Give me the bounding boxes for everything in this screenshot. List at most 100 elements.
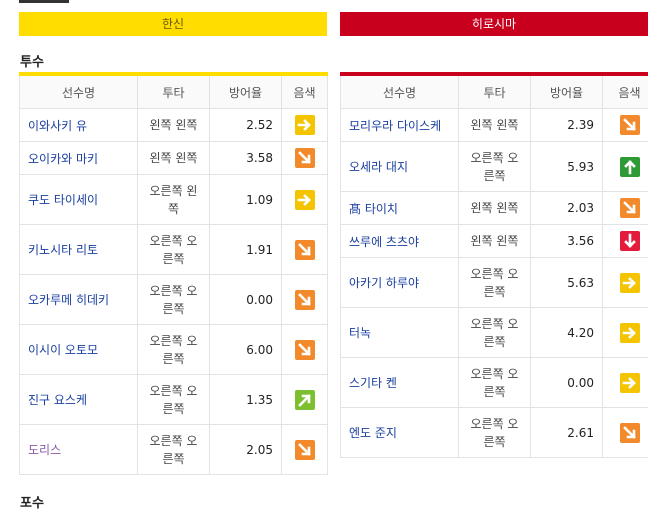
table-row: 이시이 오토모 오른쪽 오른쪽 6.00 (20, 325, 328, 375)
player-hand: 왼쪽 왼쪽 (459, 225, 531, 258)
player-era: 4.20 (531, 308, 603, 358)
arrow-up-right-icon (295, 390, 315, 410)
player-hand: 왼쪽 왼쪽 (138, 109, 210, 142)
player-era: 2.39 (531, 109, 603, 142)
away-pitcher-table: 선수명 투타 방어율 음색 이와사키 유 왼쪽 왼쪽 2.52 오이카와 마키 … (19, 72, 328, 475)
color-cell (282, 375, 328, 425)
arrow-right-icon (620, 323, 640, 343)
player-hand: 오른쪽 오른쪽 (459, 308, 531, 358)
player-name-link[interactable]: 터녹 (341, 308, 459, 358)
arrow-down-right-icon (295, 148, 315, 168)
arrow-down-right-icon (295, 440, 315, 460)
table-row: 진구 요스케 오른쪽 오른쪽 1.35 (20, 375, 328, 425)
player-name-link[interactable]: 오세라 대지 (341, 142, 459, 192)
player-era: 3.58 (210, 142, 282, 175)
player-era: 1.35 (210, 375, 282, 425)
player-name-link[interactable]: 이시이 오토모 (20, 325, 138, 375)
player-era: 1.91 (210, 225, 282, 275)
player-name-link[interactable]: 아카기 하루야 (341, 258, 459, 308)
section-title-pitcher: 투수 (20, 51, 44, 70)
player-name-link[interactable]: 쓰루에 츠츠야 (341, 225, 459, 258)
arrow-down-right-icon (620, 423, 640, 443)
color-cell (282, 425, 328, 475)
player-era: 0.00 (531, 358, 603, 408)
player-hand: 오른쪽 오른쪽 (138, 275, 210, 325)
player-name-link[interactable]: 오카루메 히데키 (20, 275, 138, 325)
table-row: 도리스 오른쪽 오른쪽 2.05 (20, 425, 328, 475)
player-era: 1.09 (210, 175, 282, 225)
column-header-name: 선수명 (341, 74, 459, 109)
player-hand: 왼쪽 왼쪽 (138, 142, 210, 175)
color-cell (282, 225, 328, 275)
table-row: 髙 타이치 왼쪽 왼쪽 2.03 (341, 192, 648, 225)
table-row: 오카루메 히데키 오른쪽 오른쪽 0.00 (20, 275, 328, 325)
player-hand: 오른쪽 오른쪽 (459, 142, 531, 192)
table-row: 쿠도 타이세이 오른쪽 왼쪽 1.09 (20, 175, 328, 225)
arrow-right-icon (620, 373, 640, 393)
player-hand: 오른쪽 오른쪽 (459, 258, 531, 308)
home-pitcher-table: 선수명 투타 방어율 음색 모리우라 다이스케 왼쪽 왼쪽 2.39 오세라 대… (340, 72, 648, 458)
player-name-link[interactable]: 髙 타이치 (341, 192, 459, 225)
player-hand: 오른쪽 오른쪽 (138, 375, 210, 425)
active-tab-indicator (19, 0, 69, 3)
player-hand: 오른쪽 오른쪽 (138, 225, 210, 275)
color-cell (282, 325, 328, 375)
player-era: 5.93 (531, 142, 603, 192)
table-row: 아카기 하루야 오른쪽 오른쪽 5.63 (341, 258, 648, 308)
color-cell (603, 258, 648, 308)
player-name-link[interactable]: 도리스 (20, 425, 138, 475)
player-hand: 오른쪽 오른쪽 (138, 325, 210, 375)
color-cell (603, 142, 648, 192)
arrow-right-icon (295, 190, 315, 210)
player-hand: 오른쪽 오른쪽 (459, 408, 531, 458)
player-era: 2.05 (210, 425, 282, 475)
color-cell (603, 358, 648, 408)
arrow-down-right-icon (620, 115, 640, 135)
player-era: 3.56 (531, 225, 603, 258)
arrow-down-right-icon (295, 340, 315, 360)
player-name-link[interactable]: 키노시타 리토 (20, 225, 138, 275)
team-button-hiroshima[interactable]: 히로시마 (340, 12, 648, 36)
section-title-catcher: 포수 (20, 492, 44, 511)
arrow-down-right-icon (295, 290, 315, 310)
player-hand: 오른쪽 오른쪽 (138, 425, 210, 475)
player-era: 2.03 (531, 192, 603, 225)
player-era: 2.61 (531, 408, 603, 458)
team-button-hanshin[interactable]: 한신 (19, 12, 327, 36)
player-name-link[interactable]: 이와사키 유 (20, 109, 138, 142)
column-header-era: 방어율 (210, 74, 282, 109)
player-era: 2.52 (210, 109, 282, 142)
table-row: 오이카와 마키 왼쪽 왼쪽 3.58 (20, 142, 328, 175)
player-name-link[interactable]: 쿠도 타이세이 (20, 175, 138, 225)
column-header-name: 선수명 (20, 74, 138, 109)
player-era: 0.00 (210, 275, 282, 325)
player-name-link[interactable]: 진구 요스케 (20, 375, 138, 425)
color-cell (282, 109, 328, 142)
table-row: 터녹 오른쪽 오른쪽 4.20 (341, 308, 648, 358)
color-cell (603, 225, 648, 258)
column-header-color: 음색 (282, 74, 328, 109)
color-cell (282, 175, 328, 225)
arrow-down-right-icon (295, 240, 315, 260)
table-row: 이와사키 유 왼쪽 왼쪽 2.52 (20, 109, 328, 142)
player-name-link[interactable]: 오이카와 마키 (20, 142, 138, 175)
table-row: 모리우라 다이스케 왼쪽 왼쪽 2.39 (341, 109, 648, 142)
arrow-right-icon (295, 115, 315, 135)
color-cell (603, 308, 648, 358)
table-row: 스기타 켄 오른쪽 오른쪽 0.00 (341, 358, 648, 408)
player-name-link[interactable]: 엔도 준지 (341, 408, 459, 458)
player-hand: 오른쪽 왼쪽 (138, 175, 210, 225)
arrow-down-icon (620, 231, 640, 251)
player-era: 6.00 (210, 325, 282, 375)
player-name-link[interactable]: 모리우라 다이스케 (341, 109, 459, 142)
color-cell (603, 192, 648, 225)
column-header-hand: 투타 (459, 74, 531, 109)
player-name-link[interactable]: 스기타 켄 (341, 358, 459, 408)
table-row: 오세라 대지 오른쪽 오른쪽 5.93 (341, 142, 648, 192)
arrow-down-right-icon (620, 198, 640, 218)
column-header-hand: 투타 (138, 74, 210, 109)
arrow-up-icon (620, 157, 640, 177)
player-hand: 왼쪽 왼쪽 (459, 192, 531, 225)
table-row: 엔도 준지 오른쪽 오른쪽 2.61 (341, 408, 648, 458)
player-hand: 왼쪽 왼쪽 (459, 109, 531, 142)
